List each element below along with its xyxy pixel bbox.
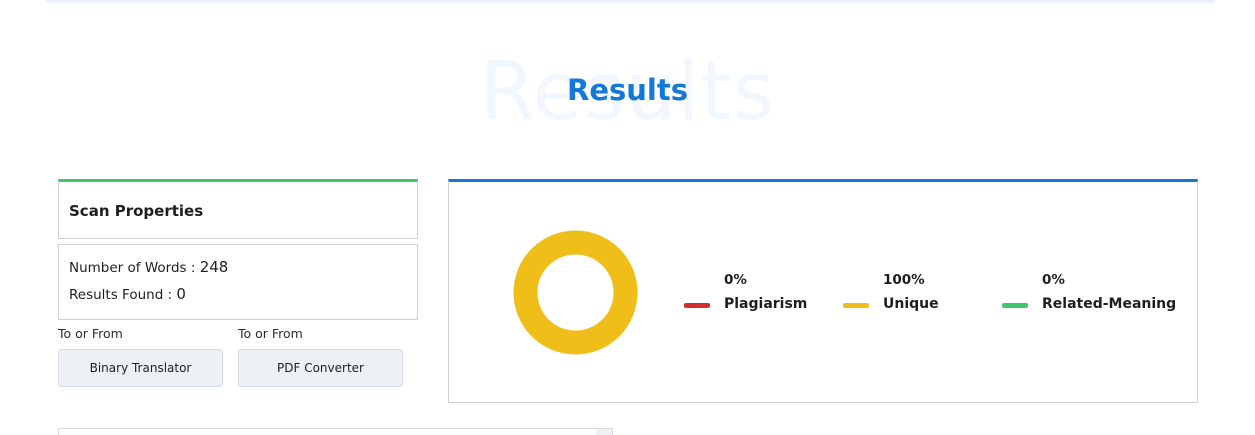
word-count-value: 248: [199, 258, 229, 276]
results-title: Results: [567, 73, 688, 107]
bottom-scrollbar[interactable]: [596, 429, 612, 435]
related-meaning-swatch: [1002, 303, 1028, 308]
pdf-converter-caption: To or From: [238, 326, 303, 341]
top-divider: [45, 0, 1215, 3]
binary-translator-caption: To or From: [58, 326, 123, 341]
binary-translator-button[interactable]: Binary Translator: [58, 349, 223, 387]
results-found-value: 0: [176, 285, 186, 303]
bottom-content-box: [58, 428, 613, 435]
scan-properties-title: Scan Properties: [69, 202, 204, 220]
results-found-row: Results Found : 0: [69, 285, 186, 303]
related-meaning-percent: 0%: [1042, 272, 1065, 288]
unique-label: Unique: [883, 296, 939, 312]
donut-segment-unique: [513, 230, 638, 355]
binary-translator-tool: To or From Binary Translator: [58, 326, 224, 387]
results-found-label: Results Found :: [69, 287, 177, 303]
word-count-row: Number of Words : 248: [69, 258, 228, 276]
plagiarism-swatch: [684, 303, 710, 308]
word-count-label: Number of Words :: [69, 260, 200, 276]
unique-swatch: [843, 303, 869, 308]
results-heading: Results Results: [0, 52, 1255, 132]
plagiarism-percent: 0%: [724, 272, 747, 288]
unique-percent: 100%: [883, 272, 925, 288]
related-meaning-label: Related-Meaning: [1042, 296, 1177, 312]
results-summary-panel: 0% Plagiarism 100% Unique 0% Related-Mea…: [448, 179, 1198, 403]
scan-properties-header: Scan Properties: [58, 179, 418, 239]
pdf-converter-tool: To or From PDF Converter: [238, 326, 404, 387]
scan-properties-body: Number of Words : 248 Results Found : 0: [58, 244, 418, 320]
results-donut-chart: [513, 230, 638, 355]
plagiarism-label: Plagiarism: [724, 296, 808, 312]
pdf-converter-button[interactable]: PDF Converter: [238, 349, 403, 387]
